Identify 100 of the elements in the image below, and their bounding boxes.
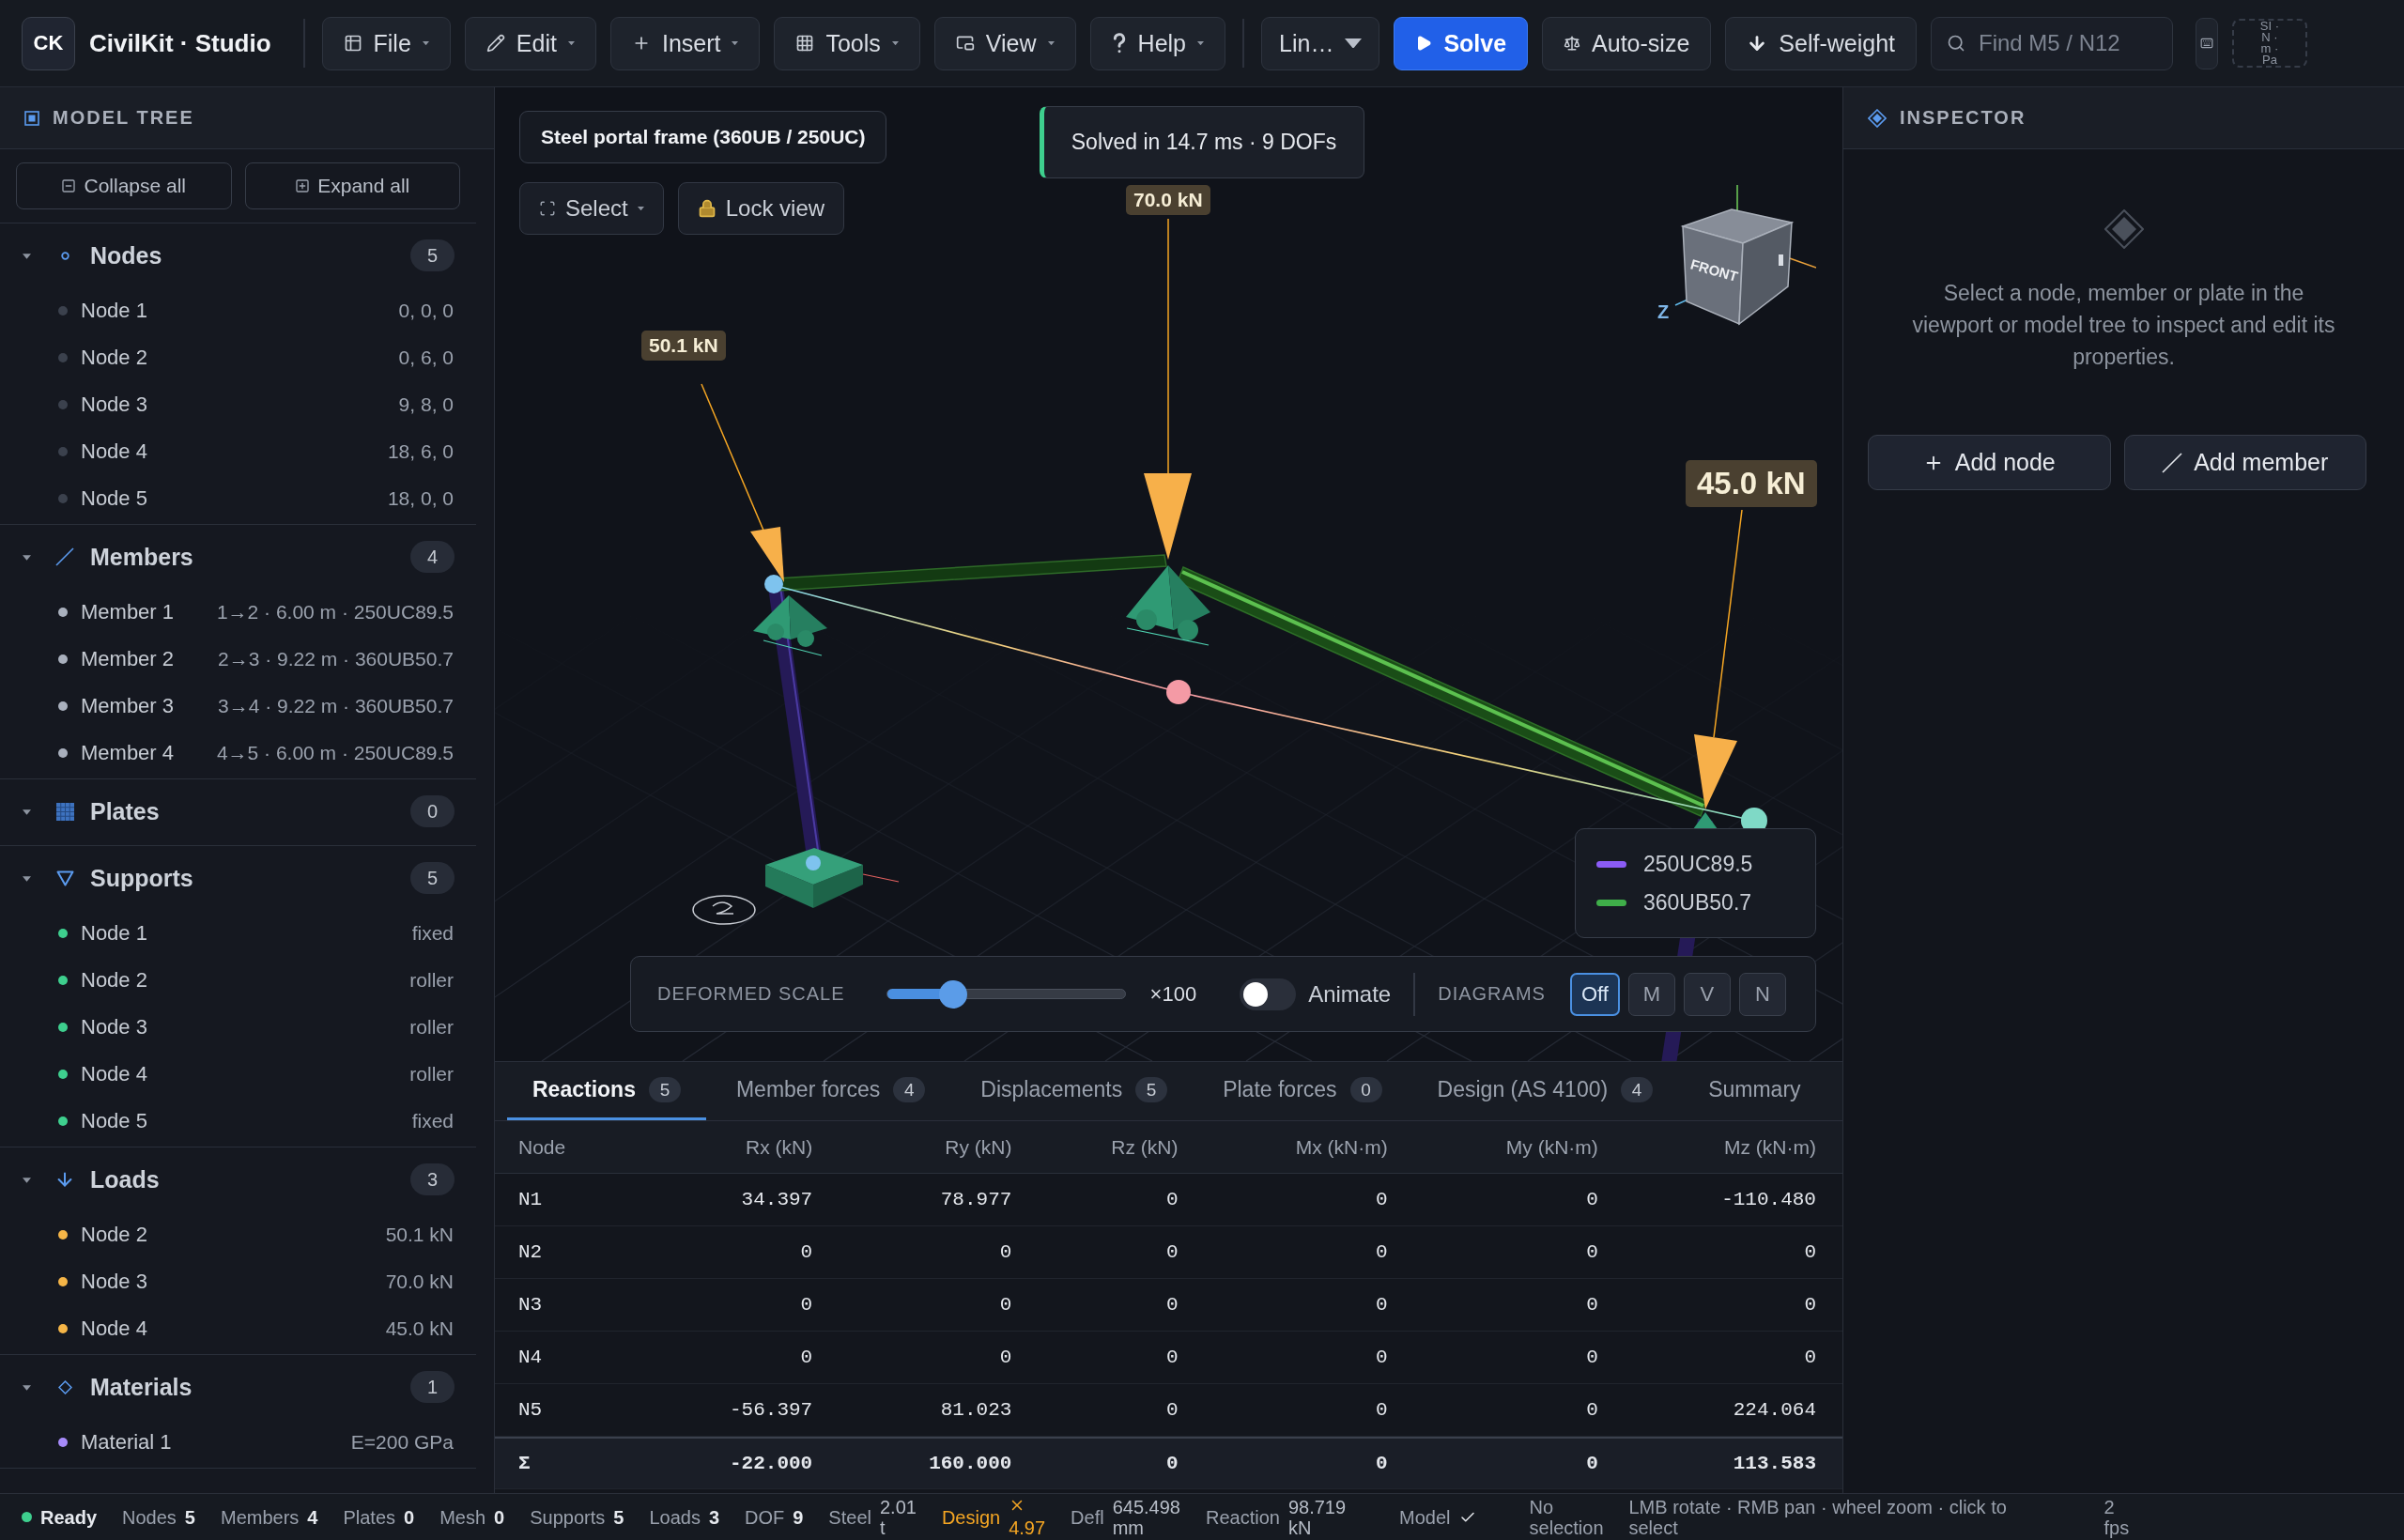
lock-icon [697,199,717,218]
column-header[interactable]: Ry (kN) [812,1135,1012,1159]
tree-item-label[interactable]: Node 1 [81,299,386,323]
tree-item-label[interactable]: Node 2 [81,346,386,370]
tree-item-label[interactable]: Node 2 [81,1223,373,1247]
menu-button[interactable]: Insert [609,16,761,70]
menu-button[interactable]: View [933,16,1076,70]
tree-item-label[interactable]: Member 1 [81,600,204,624]
table-cell-text: 0 [1375,1189,1388,1210]
self-weight-button[interactable]: Self-weight [1725,16,1917,70]
solve-button[interactable]: Solve [1394,16,1529,70]
total-cell-text: -22.000 [729,1453,813,1474]
window-icon [955,34,975,53]
tree-item-label[interactable]: Member 2 [81,647,206,671]
results-tab[interactable]: Design (AS 4100) 4 [1411,1062,1679,1120]
status-label: Mesh [439,1506,486,1528]
caret-icon [732,40,739,46]
results-tab[interactable]: Displacements 5 [955,1062,1194,1120]
tree-item-label[interactable]: Node 5 [81,486,375,511]
lock-view-button[interactable]: Lock view [677,182,845,235]
section-title[interactable]: Plates [90,797,410,825]
tree-item-label[interactable]: Node 4 [81,439,375,464]
menu-button[interactable]: Edit [464,16,596,70]
toggle-label: Animate [1308,980,1392,1008]
tree-item-label[interactable]: Node 4 [81,1062,397,1086]
table-cell-text: 0 [1164,1399,1179,1421]
auto-size-button[interactable]: Auto-size [1542,16,1712,70]
caret-icon[interactable] [23,807,31,816]
diagram-option[interactable]: N [1738,972,1786,1016]
total-cell-text: 0 [1585,1453,1598,1474]
status-value: 5 [613,1506,624,1528]
keyboard-button[interactable] [2196,17,2218,69]
table-cell-text: 0 [799,1347,813,1368]
menu-button[interactable]: File [321,16,451,70]
caret-icon[interactable] [23,873,31,883]
tree-item-label[interactable]: Node 4 [81,1317,373,1341]
tree-item-value: 1→2 · 6.00 m · 250UC89.5 [216,601,454,624]
count-badge: 3 [410,1163,455,1195]
select-button[interactable]: Select [519,182,664,235]
column-header[interactable]: Mz (kN·m) [1597,1135,1816,1159]
solve-toast: Solved in 14.7 ms · 9 DOFs [1040,106,1364,178]
caret-icon[interactable] [23,251,31,260]
table-cell-text: 0 [1164,1347,1179,1368]
selection-icon [539,200,556,217]
status-value: 98.719 kN [1287,1496,1347,1538]
caret-icon [567,40,575,46]
table-cell-text: 0 [1803,1347,1816,1368]
scale-reading: ×100 [1149,981,1197,1007]
table-cell-text: 34.397 [740,1189,813,1210]
tree-item-label[interactable]: Node 2 [81,968,397,993]
menu-button[interactable]: Tools [774,16,920,70]
add-button[interactable]: Add node [1868,435,2111,490]
status-value: 0 [404,1506,415,1528]
column-header[interactable]: My (kN·m) [1387,1135,1598,1159]
tree-item-label[interactable]: Node 3 [81,1270,373,1294]
table-cell-text: 0 [1585,1294,1598,1316]
section-title[interactable]: Materials [90,1373,410,1401]
column-header[interactable]: Node [518,1135,670,1159]
add-button[interactable]: Add member [2123,435,2366,490]
tree-item-label[interactable]: Node 5 [81,1109,399,1133]
results-tab[interactable]: Plate forces 0 [1197,1062,1408,1120]
axis-label: Z [1657,301,1670,322]
section-title[interactable]: Nodes [90,241,410,270]
tree-item-label[interactable]: Member 3 [81,694,206,718]
table-cell-text: 0 [1164,1241,1179,1263]
caret-icon[interactable] [23,1382,31,1392]
tree-item-label[interactable]: Node 3 [81,1015,397,1040]
units-button[interactable]: SI · N · m · Pa [2232,19,2307,68]
search-field[interactable]: Find M5 / N12 [1931,16,2173,70]
table-cell-text: -110.480 [1720,1189,1816,1210]
diagram-option[interactable]: M [1627,972,1675,1016]
section-title[interactable]: Supports [90,864,410,892]
diagram-option[interactable]: Off [1569,972,1620,1016]
diagrams-label: DIAGRAMS [1438,983,1546,1005]
tree-item-label[interactable]: Material 1 [81,1430,338,1455]
status-label: Reaction [1205,1506,1280,1528]
column-header[interactable]: Rz (kN) [1011,1135,1179,1159]
caret-icon[interactable] [23,1175,31,1184]
diagram-option[interactable]: V [1683,972,1731,1016]
collapse-all-button[interactable]: Collapse all [16,162,232,209]
results-tab[interactable]: Summary [1683,1062,1826,1120]
slider-thumb[interactable] [939,979,968,1009]
count-badge: 0 [1349,1077,1382,1102]
tree-item-label[interactable]: Node 1 [81,921,399,946]
menu-button[interactable]: Help [1089,16,1225,70]
tree-item-label[interactable]: Node 3 [81,393,386,417]
animate-toggle[interactable] [1240,978,1297,1010]
analysis-select[interactable]: Lin… [1261,16,1380,70]
table-cell-text: 0 [998,1347,1012,1368]
caret-icon[interactable] [23,552,31,562]
view-cube[interactable] [1680,208,1795,326]
tree-item-label[interactable]: Member 4 [81,741,204,765]
section-title[interactable]: Members [90,543,410,571]
column-header[interactable]: Rx (kN) [669,1135,813,1159]
expand-all-button[interactable]: Expand all [244,162,460,209]
results-tab[interactable]: Member forces 4 [710,1062,951,1120]
column-header[interactable]: Mx (kN·m) [1178,1135,1388,1159]
status-value: 645.498 mm [1112,1496,1180,1538]
section-title[interactable]: Loads [90,1165,410,1194]
table-cell-text: 0 [1803,1294,1816,1316]
